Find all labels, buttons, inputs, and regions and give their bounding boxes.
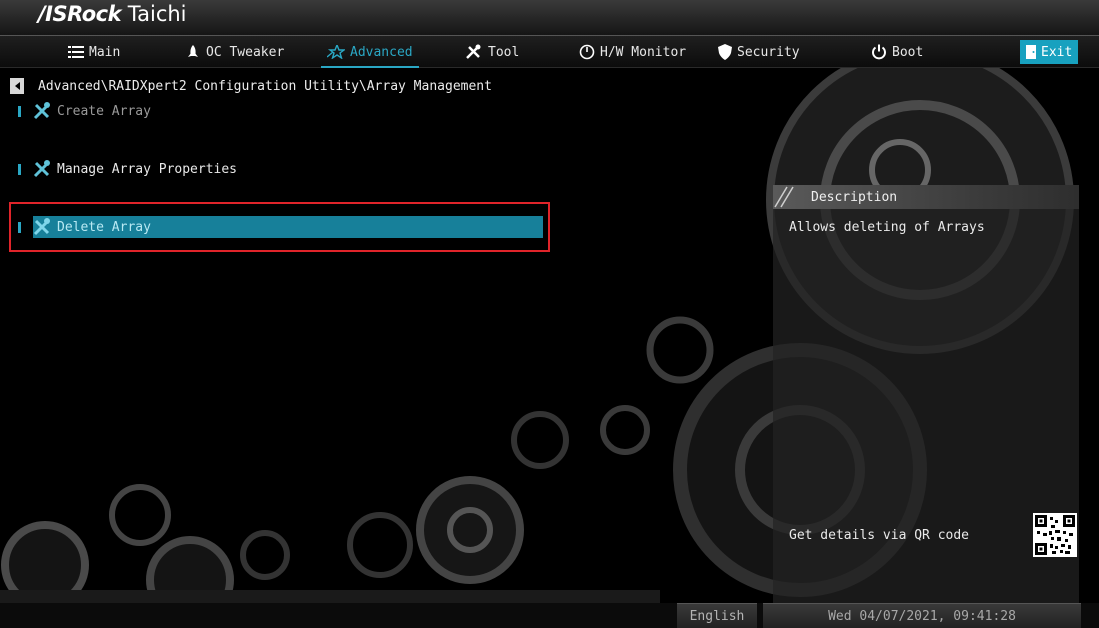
tab-oc-tweaker[interactable]: OC Tweaker (185, 41, 284, 63)
list-icon (68, 45, 84, 59)
exit-door-icon (1026, 45, 1036, 59)
tab-hw-monitor[interactable]: H/W Monitor (579, 41, 686, 63)
description-text: Allows deleting of Arrays (789, 220, 985, 235)
tab-tool[interactable]: Tool (465, 41, 519, 63)
header-decoration-icon (774, 186, 794, 208)
description-header: Description (773, 185, 1079, 209)
brand-bar: /ISRock Taichi (0, 0, 1099, 36)
date-time-display: Wed 04/07/2021, 09:41:28 (763, 603, 1081, 628)
star-icon (327, 45, 345, 59)
tab-boot[interactable]: Boot (871, 41, 923, 63)
shield-icon (718, 44, 732, 60)
tab-advanced[interactable]: Advanced (321, 41, 419, 68)
wrench-screwdriver-icon (31, 216, 53, 238)
qr-code-icon (1033, 513, 1077, 557)
breadcrumb-path: Advanced\RAIDXpert2 Configuration Utilit… (38, 78, 492, 94)
qr-hint-text: Get details via QR code (789, 528, 970, 543)
brand-logo: /ISRock Taichi (38, 2, 187, 26)
tab-security[interactable]: Security (718, 41, 800, 63)
wrench-screwdriver-icon (31, 158, 53, 180)
rocket-icon (185, 45, 201, 59)
item-marker (18, 221, 21, 233)
wrench-screwdriver-icon (31, 100, 53, 122)
item-marker (18, 105, 21, 117)
back-button[interactable] (10, 78, 24, 94)
menu-item-create-array[interactable]: Create Array (18, 100, 151, 122)
description-panel: Description Allows deleting of Arrays Ge… (773, 185, 1079, 603)
language-button[interactable]: English (677, 603, 757, 628)
power-icon (871, 44, 887, 60)
tab-main[interactable]: Main (68, 41, 120, 63)
breadcrumb: Advanced\RAIDXpert2 Configuration Utilit… (10, 78, 492, 94)
main-nav: Main OC Tweaker Advanced Tool H/W Monito… (0, 36, 1099, 68)
monitor-icon (579, 44, 595, 60)
tools-icon (465, 44, 483, 60)
menu-item-manage-array-properties[interactable]: Manage Array Properties (18, 158, 237, 180)
tab-exit[interactable]: Exit (1020, 40, 1079, 64)
item-marker (18, 163, 21, 175)
